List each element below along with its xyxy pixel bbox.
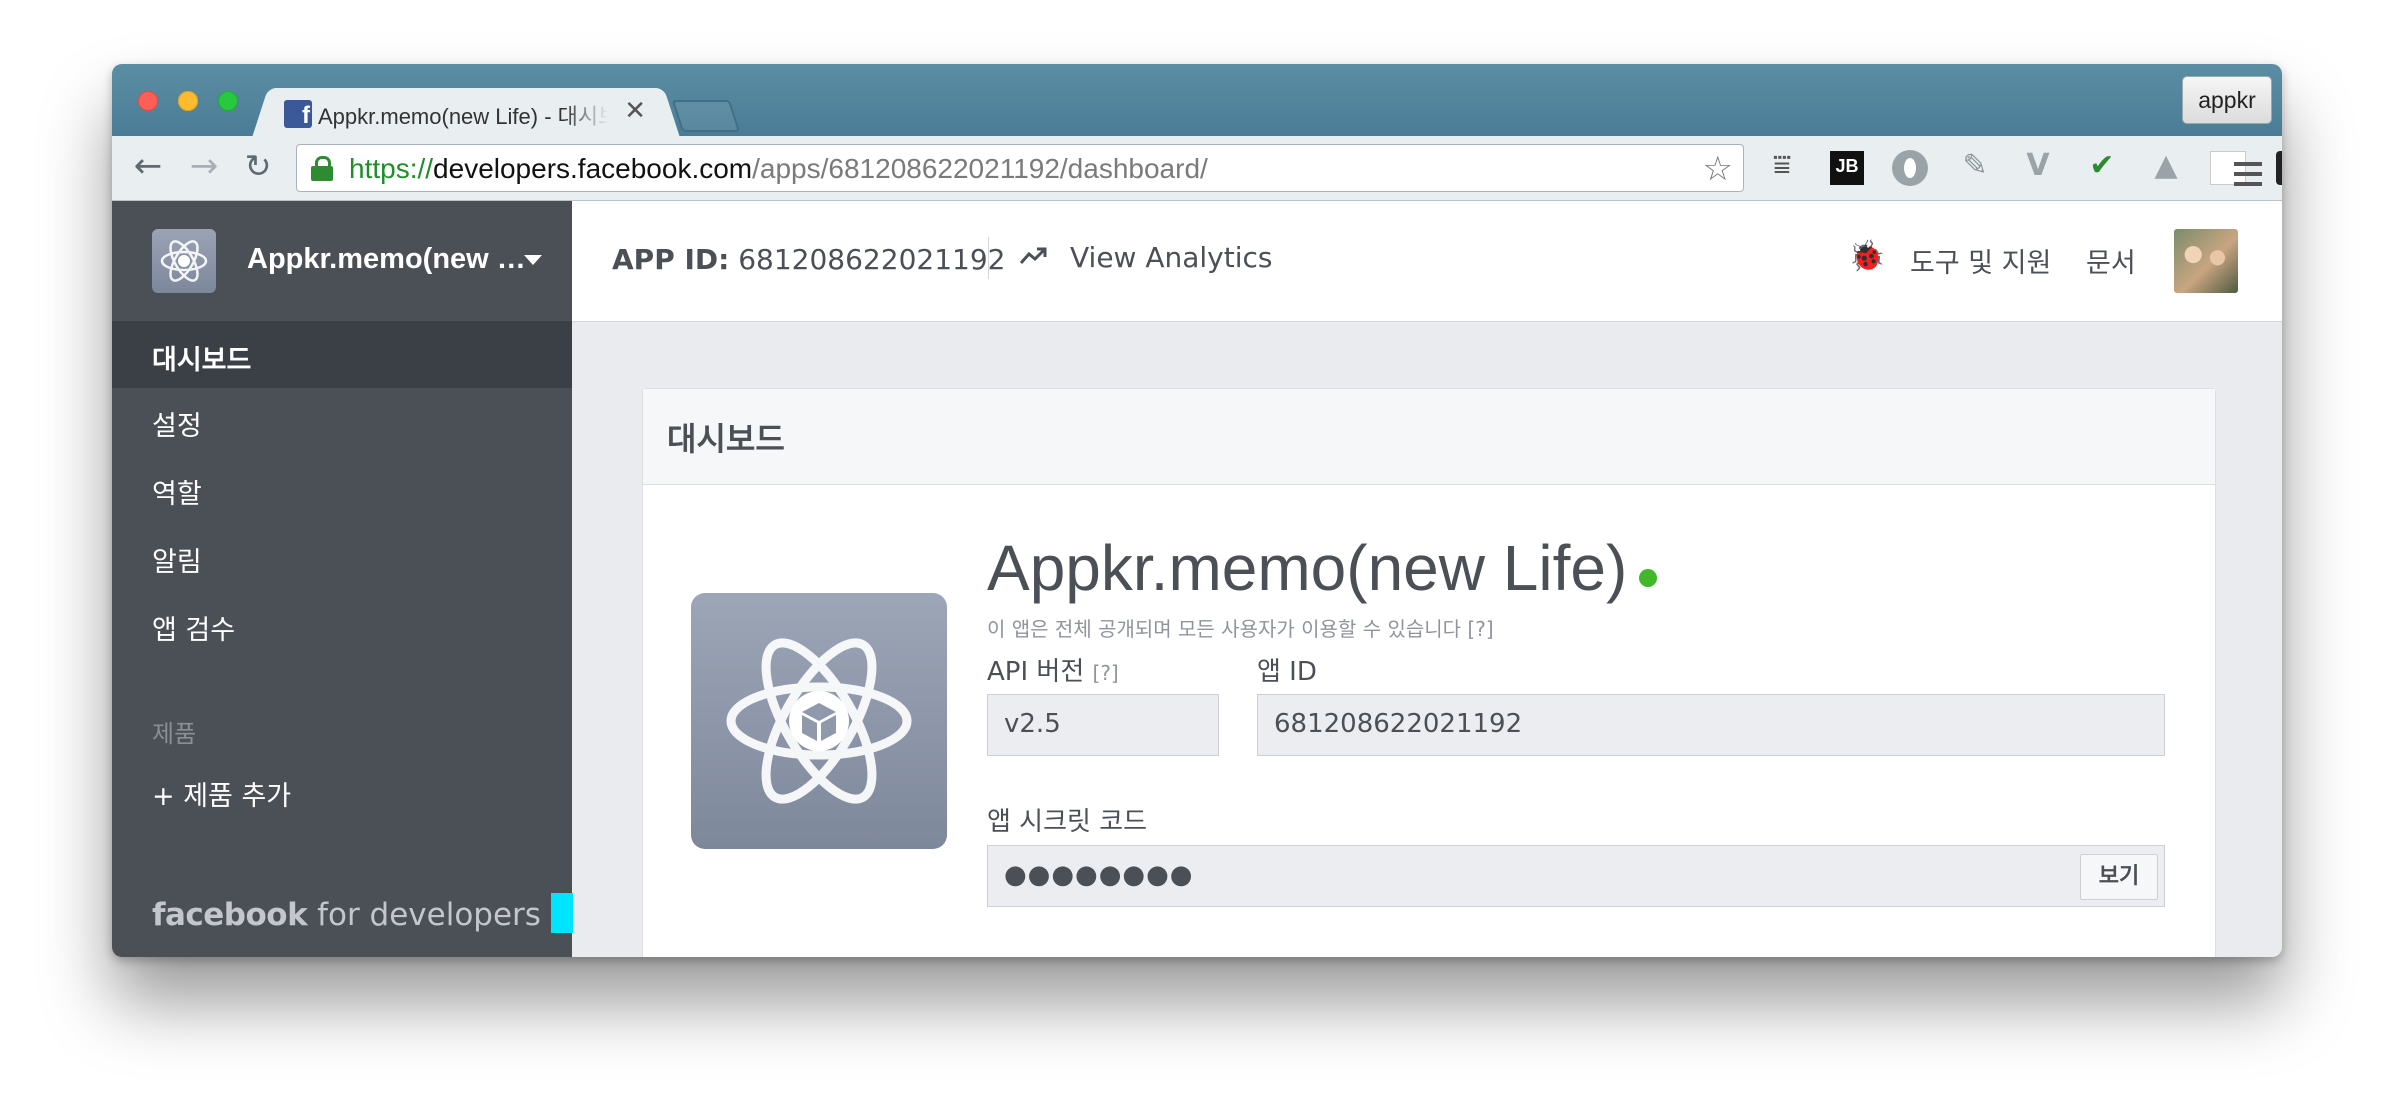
tab-title: Appkr.memo(new Life) - 대시보드 xyxy=(318,104,608,129)
drive-icon[interactable]: ▲ xyxy=(2146,148,2186,188)
add-product-link[interactable]: + 제품 추가 xyxy=(112,758,572,824)
tab-close-icon[interactable]: ✕ xyxy=(624,96,646,126)
s-icon[interactable]: S xyxy=(2276,151,2282,185)
tab-strip: f Appkr.memo(new Life) - 대시보드 ✕ appkr xyxy=(112,64,2282,138)
app-id-field[interactable]: 681208622021192 xyxy=(1257,694,2165,756)
api-version-label: API 버전 [?] xyxy=(987,657,1119,687)
public-status-note: 이 앱은 전체 공개되며 모든 사용자가 이용할 수 있습니다 [?] xyxy=(987,617,1494,641)
browser-menu-icon[interactable] xyxy=(2234,162,2262,192)
jetbrains-icon[interactable]: JB xyxy=(1830,151,1864,185)
live-status-indicator xyxy=(1639,569,1657,587)
app-id-label: 앱 ID xyxy=(1257,657,1317,687)
vue-icon[interactable]: V xyxy=(2018,148,2058,188)
bookmark-star-icon[interactable]: ☆ xyxy=(1703,149,1733,189)
abc-check-icon[interactable]: ✔ xyxy=(2082,148,2122,188)
bug-icon[interactable]: 🐞 xyxy=(1848,239,1885,274)
tools-support-link[interactable]: 도구 및 지원 xyxy=(1910,241,2051,280)
reload-icon[interactable]: ↻ xyxy=(238,146,278,186)
avatar[interactable] xyxy=(2174,229,2238,293)
close-window-button[interactable] xyxy=(138,91,158,111)
header-divider xyxy=(988,237,989,279)
new-tab-button[interactable] xyxy=(671,100,741,132)
app-display-name: Appkr.memo(new Life) xyxy=(987,532,1628,604)
sidebar-item-app-review[interactable]: 앱 검수 xyxy=(112,592,572,658)
lock-icon xyxy=(311,156,333,181)
sidebar: Appkr.memo(new Life) 대시보드 설정 역할 알림 앱 검수 … xyxy=(112,201,573,957)
show-secret-button[interactable]: 보기 xyxy=(2080,854,2158,900)
products-section-label: 제품 xyxy=(152,720,197,748)
app-switcher[interactable]: Appkr.memo(new Life) xyxy=(112,201,572,322)
docs-link[interactable]: 문서 xyxy=(2086,241,2136,280)
sidebar-item-dashboard[interactable]: 대시보드 xyxy=(112,322,572,388)
dashboard-card-header: 대시보드 xyxy=(643,389,2215,485)
browser-window: f Appkr.memo(new Life) - 대시보드 ✕ appkr ← … xyxy=(112,64,2282,957)
browser-toolbar: ← → ↻ https://developers.facebook.com/ap… xyxy=(112,136,2282,201)
app-secret-field: ●●●●●●●● 보기 xyxy=(987,845,2165,907)
address-bar[interactable]: https://developers.facebook.com/apps/681… xyxy=(296,144,1744,192)
sidebar-item-alerts[interactable]: 알림 xyxy=(112,524,572,590)
app-header-bar: APP ID: 681208622021192 View Analytics 🐞… xyxy=(572,201,2282,322)
feather-icon[interactable]: ✎ xyxy=(1955,148,1995,188)
forward-arrow-icon[interactable]: → xyxy=(184,146,224,186)
api-version-field: v2.5 xyxy=(987,694,1219,756)
sidebar-item-settings[interactable]: 설정 xyxy=(112,388,572,454)
app-atom-icon xyxy=(152,229,216,293)
page: Appkr.memo(new Life) 대시보드 설정 역할 알림 앱 검수 … xyxy=(112,201,2282,957)
zoom-window-button[interactable] xyxy=(218,91,238,111)
ublock-icon[interactable]: ⩸ xyxy=(1762,148,1802,188)
app-atom-icon-large xyxy=(691,593,947,849)
facebook-for-developers-logo: facebook for developers xyxy=(152,893,573,933)
sidebar-app-name: Appkr.memo(new Life) xyxy=(247,243,527,275)
app-secret-label: 앱 시크릿 코드 xyxy=(987,807,1148,837)
trending-up-icon[interactable] xyxy=(1018,241,1048,271)
sidebar-item-roles[interactable]: 역할 xyxy=(112,456,572,522)
help-marker[interactable]: [?] xyxy=(1093,661,1119,685)
back-arrow-icon[interactable]: ← xyxy=(128,146,168,186)
opera-icon[interactable] xyxy=(1892,150,1928,186)
facebook-favicon-icon: f xyxy=(284,100,312,128)
dashboard-card: 대시보드 Appkr.memo(new Life) 이 앱은 전체 공개되며 모… xyxy=(642,388,2216,957)
profile-button[interactable]: appkr xyxy=(2182,76,2272,124)
page-title: 대시보드 xyxy=(667,420,785,458)
text-cursor-marker xyxy=(550,893,573,933)
app-id-display: APP ID: 681208622021192 xyxy=(612,243,1006,276)
view-analytics-link[interactable]: View Analytics xyxy=(1070,241,1273,274)
browser-tab[interactable]: f Appkr.memo(new Life) - 대시보드 ✕ xyxy=(272,88,660,138)
caret-down-icon xyxy=(524,255,542,265)
minimize-window-button[interactable] xyxy=(178,91,198,111)
url-text[interactable]: https://developers.facebook.com/apps/681… xyxy=(349,153,1208,185)
